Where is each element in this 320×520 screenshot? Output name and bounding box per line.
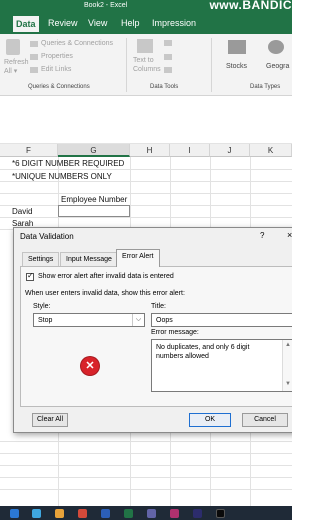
show-alert-checkbox[interactable] xyxy=(26,271,34,281)
close-icon[interactable]: × xyxy=(287,230,292,240)
taskbar-app-icon[interactable] xyxy=(101,509,110,518)
dialog-title: Data Validation xyxy=(20,232,74,241)
gridline xyxy=(0,489,292,490)
cell-note-unique[interactable]: *UNIQUE NUMBERS ONLY xyxy=(12,172,112,181)
show-alert-label: Show error alert after invalid data is e… xyxy=(38,273,174,280)
queries-icon xyxy=(30,41,38,47)
group-label-queries: Queries & Connections xyxy=(28,84,90,90)
excel-taskbar-icon[interactable] xyxy=(124,509,133,518)
style-value: Stop xyxy=(38,317,53,324)
title-label: Title: xyxy=(151,303,166,310)
gridline xyxy=(0,205,292,206)
cell-g-selected[interactable] xyxy=(58,205,130,217)
taskbar-app-icon[interactable] xyxy=(78,509,87,518)
stocks-icon xyxy=(228,40,246,54)
tab-data[interactable]: Data xyxy=(13,16,39,34)
group-label-data-types: Data Types xyxy=(250,84,281,90)
scroll-up-icon[interactable]: ▲ xyxy=(283,341,292,351)
column-header-j[interactable]: J xyxy=(210,144,250,157)
data-validation-dialog: Data Validation ? × Settings Input Messa… xyxy=(13,227,292,433)
gridline xyxy=(0,465,292,466)
queries-connections-button[interactable]: Queries & Connections xyxy=(41,40,113,47)
tab-input-message[interactable]: Input Message xyxy=(60,252,118,266)
textarea-scrollbar[interactable]: ▲ ▼ xyxy=(282,340,292,391)
group-separator xyxy=(126,38,127,92)
cancel-button[interactable]: Cancel xyxy=(242,413,288,427)
help-button[interactable]: ? xyxy=(260,231,264,240)
group-separator xyxy=(211,38,212,92)
flash-fill-icon xyxy=(164,40,172,46)
scroll-down-icon[interactable]: ▼ xyxy=(283,380,292,390)
sheet-top-area xyxy=(0,96,292,144)
column-header-g[interactable]: G xyxy=(58,144,130,157)
column-header-i[interactable]: I xyxy=(170,144,210,157)
properties-icon xyxy=(30,54,38,60)
taskbar-app-icon[interactable] xyxy=(216,509,225,518)
error-message-label: Error message: xyxy=(151,329,199,336)
gridline xyxy=(0,453,292,454)
chevron-down-icon: ⌵ xyxy=(132,314,144,326)
watermark: www.BANDIC xyxy=(209,0,292,12)
taskbar-app-icon[interactable] xyxy=(55,509,64,518)
clear-all-button[interactable]: Clear All xyxy=(32,413,68,427)
taskbar-app-icon[interactable] xyxy=(147,509,156,518)
title-input[interactable]: Oops xyxy=(151,313,292,327)
taskbar xyxy=(0,506,292,520)
taskbar-app-icon[interactable] xyxy=(193,509,202,518)
error-message-text: No duplicates, and only 6 digit numbers … xyxy=(156,344,250,360)
excel-window: Book2 - Excel www.BANDIC Data Review Vie… xyxy=(0,0,292,520)
taskbar-app-icon[interactable] xyxy=(32,509,41,518)
taskbar-app-icon[interactable] xyxy=(170,509,179,518)
ribbon-tabs: Data Review View Help Impression xyxy=(0,14,292,34)
cell-employee-number-header[interactable]: Employee Number xyxy=(61,195,127,204)
title-bar: Book2 - Excel www.BANDIC xyxy=(0,0,292,14)
properties-button[interactable]: Properties xyxy=(41,53,73,60)
refresh-all-button[interactable]: Refresh All ▾ xyxy=(4,58,29,76)
tab-view[interactable]: View xyxy=(88,18,107,28)
tab-impression[interactable]: Impression xyxy=(152,18,196,28)
text-to-columns-icon xyxy=(137,39,153,53)
edit-links-icon xyxy=(30,67,38,73)
remove-duplicates-icon xyxy=(164,54,172,60)
style-select[interactable]: Stop ⌵ xyxy=(33,313,145,327)
gridline xyxy=(0,169,292,170)
gridline xyxy=(0,217,292,218)
cell-note-six-digit[interactable]: *6 DIGIT NUMBER REQUIRED xyxy=(12,159,124,168)
gridline xyxy=(0,181,292,182)
tab-settings[interactable]: Settings xyxy=(22,252,60,266)
cell-name-david[interactable]: David xyxy=(12,207,32,216)
tab-error-alert[interactable]: Error Alert xyxy=(116,249,160,267)
column-header-k[interactable]: K xyxy=(250,144,292,157)
data-validation-icon xyxy=(164,67,172,73)
tab-help[interactable]: Help xyxy=(121,18,140,28)
ok-button[interactable]: OK xyxy=(189,413,231,427)
error-stop-icon: ✕ xyxy=(81,357,99,375)
gridline xyxy=(0,441,292,442)
error-alert-pane: Show error alert after invalid data is e… xyxy=(20,266,292,407)
window-title: Book2 - Excel xyxy=(84,2,128,9)
stocks-button[interactable]: Stocks xyxy=(226,63,247,70)
group-label-data-tools: Data Tools xyxy=(150,84,179,90)
ribbon: Refresh All ▾ Queries & Connections Prop… xyxy=(0,34,292,96)
tab-review[interactable]: Review xyxy=(48,18,78,28)
gridline xyxy=(0,477,292,478)
column-header-f[interactable]: F xyxy=(0,144,58,157)
edit-links-button[interactable]: Edit Links xyxy=(41,66,71,73)
gridline xyxy=(0,193,292,194)
instruction-text: When user enters invalid data, show this… xyxy=(25,290,185,297)
error-message-textarea[interactable]: No duplicates, and only 6 digit numbers … xyxy=(151,339,292,392)
geography-button[interactable]: Geogra xyxy=(266,63,289,70)
style-label: Style: xyxy=(33,303,51,310)
text-to-columns-button[interactable]: Text to Columns xyxy=(133,56,165,74)
refresh-all-icon xyxy=(6,39,20,55)
taskbar-app-icon[interactable] xyxy=(10,509,19,518)
column-header-h[interactable]: H xyxy=(130,144,170,157)
geography-icon xyxy=(268,40,284,54)
